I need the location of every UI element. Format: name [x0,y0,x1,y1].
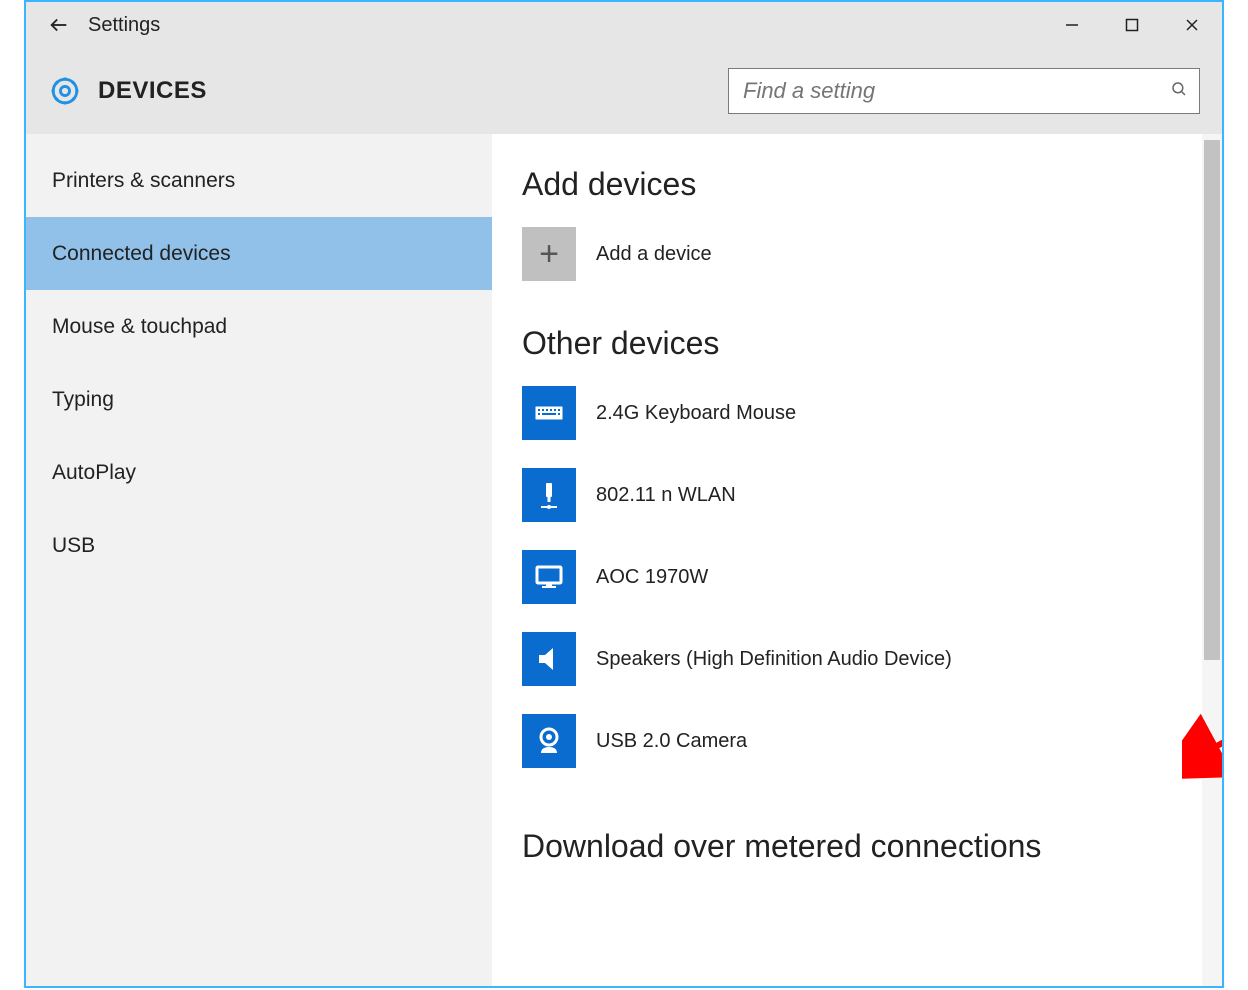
device-label: 802.11 n WLAN [596,484,736,507]
arrow-left-icon [48,14,70,36]
sidebar-item-mouse-touchpad[interactable]: Mouse & touchpad [26,290,492,363]
usb-dongle-icon [522,468,576,522]
device-label: USB 2.0 Camera [596,730,747,753]
sidebar-item-label: Mouse & touchpad [52,315,227,339]
sidebar-item-label: AutoPlay [52,461,136,485]
scrollbar-thumb[interactable] [1204,140,1220,660]
device-label: 2.4G Keyboard Mouse [596,402,796,425]
device-item-speakers[interactable]: Speakers (High Definition Audio Device) [522,632,1192,686]
window-title: Settings [88,14,160,37]
sidebar: Printers & scanners Connected devices Mo… [26,134,492,986]
close-button[interactable] [1162,2,1222,48]
content-pane: Add devices + Add a device Other devices… [492,134,1222,986]
search-input[interactable] [729,78,1159,104]
sidebar-item-connected-devices[interactable]: Connected devices [26,217,492,290]
section-title: DEVICES [98,77,207,105]
device-list: 2.4G Keyboard Mouse 802.11 n WLAN AOC 19… [522,386,1192,768]
gear-icon [48,74,82,108]
sidebar-item-label: USB [52,534,95,558]
device-item-camera[interactable]: USB 2.0 Camera [522,714,1192,768]
search-box[interactable] [728,68,1200,114]
sidebar-item-usb[interactable]: USB [26,509,492,582]
scrollbar-track[interactable] [1202,134,1222,986]
sidebar-item-label: Connected devices [52,242,231,266]
minimize-button[interactable] [1042,2,1102,48]
keyboard-icon [522,386,576,440]
add-devices-heading: Add devices [522,166,1192,203]
speaker-icon [522,632,576,686]
metered-heading: Download over metered connections [522,828,1192,865]
search-icon [1159,80,1199,103]
other-devices-heading: Other devices [522,325,1192,362]
device-item-monitor[interactable]: AOC 1970W [522,550,1192,604]
maximize-icon [1125,18,1139,32]
device-item-keyboard-mouse[interactable]: 2.4G Keyboard Mouse [522,386,1192,440]
add-device-label: Add a device [596,243,712,266]
settings-window: Settings DEVICES [24,0,1224,988]
device-label: AOC 1970W [596,566,708,589]
device-item-wlan[interactable]: 802.11 n WLAN [522,468,1192,522]
sidebar-item-typing[interactable]: Typing [26,363,492,436]
add-device-button[interactable]: + Add a device [522,227,1192,281]
monitor-icon [522,550,576,604]
body: Printers & scanners Connected devices Mo… [26,134,1222,986]
sidebar-item-label: Printers & scanners [52,169,235,193]
plus-icon: + [522,227,576,281]
maximize-button[interactable] [1102,2,1162,48]
webcam-icon [522,714,576,768]
window-controls [1042,2,1222,48]
header: DEVICES [26,48,1222,134]
minimize-icon [1065,18,1079,32]
sidebar-item-autoplay[interactable]: AutoPlay [26,436,492,509]
titlebar: Settings [26,2,1222,48]
sidebar-item-label: Typing [52,388,114,412]
back-button[interactable] [36,2,82,48]
close-icon [1185,18,1199,32]
sidebar-item-printers-scanners[interactable]: Printers & scanners [26,144,492,217]
device-label: Speakers (High Definition Audio Device) [596,648,952,671]
